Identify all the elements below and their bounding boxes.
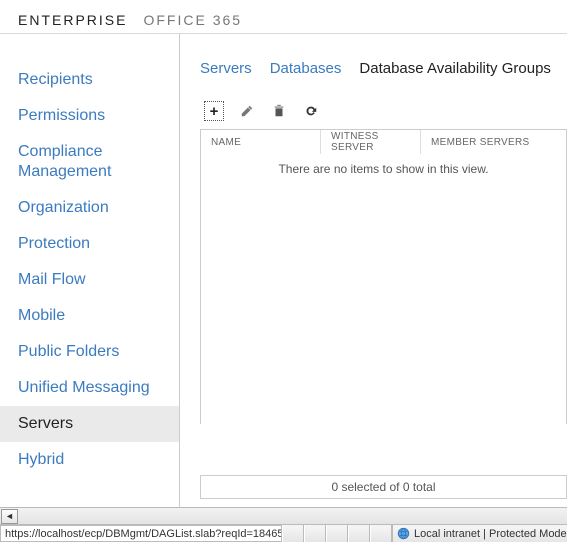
status-pane: [304, 525, 326, 542]
refresh-icon: [304, 104, 318, 118]
subtab-bar: Servers Databases Database Availability …: [200, 60, 567, 77]
subtab-servers[interactable]: Servers: [200, 60, 252, 77]
horizontal-scrollbar[interactable]: ◄: [0, 507, 567, 524]
pencil-icon: [240, 104, 254, 118]
security-zone-label: Local intranet | Protected Mode: [414, 528, 567, 540]
col-header-member[interactable]: MEMBER SERVERS: [421, 130, 566, 154]
top-tab-enterprise[interactable]: ENTERPRISE: [18, 12, 127, 28]
refresh-button[interactable]: [302, 102, 320, 120]
subtab-databases[interactable]: Databases: [270, 60, 342, 77]
grid-empty-text: There are no items to show in this view.: [278, 162, 488, 176]
grid-footer: 0 selected of 0 total: [200, 475, 567, 499]
edit-button[interactable]: [238, 102, 256, 120]
status-pane: [370, 525, 392, 542]
status-pane: [282, 525, 304, 542]
col-header-witness[interactable]: WITNESS SERVER: [321, 130, 421, 154]
add-button[interactable]: +: [204, 101, 224, 121]
status-panes: [282, 525, 392, 542]
top-tabbar: ENTERPRISE OFFICE 365: [0, 0, 567, 34]
sidebar-item-unifiedmsg[interactable]: Unified Messaging: [0, 370, 179, 406]
top-tab-office365[interactable]: OFFICE 365: [143, 12, 242, 28]
grid-header: NAME WITNESS SERVER MEMBER SERVERS: [201, 130, 566, 154]
sidebar-item-mobile[interactable]: Mobile: [0, 298, 179, 334]
security-zone[interactable]: Local intranet | Protected Mode: [392, 525, 567, 542]
content-area: Servers Databases Database Availability …: [180, 34, 567, 507]
status-url: https://localhost/ecp/DBMgmt/DAGList.sla…: [0, 525, 282, 542]
sidebar-item-compliance[interactable]: Compliance Management: [0, 134, 179, 190]
subtab-dag[interactable]: Database Availability Groups: [359, 60, 551, 77]
status-bar: https://localhost/ecp/DBMgmt/DAGList.sla…: [0, 524, 567, 542]
sidebar-item-recipients[interactable]: Recipients: [0, 62, 179, 98]
scroll-left-arrow[interactable]: ◄: [1, 509, 18, 524]
sidebar-item-publicfolders[interactable]: Public Folders: [0, 334, 179, 370]
sidebar: Recipients Permissions Compliance Manage…: [0, 34, 180, 507]
globe-icon: [397, 527, 410, 540]
sidebar-item-permissions[interactable]: Permissions: [0, 98, 179, 134]
status-pane: [348, 525, 370, 542]
dag-grid: NAME WITNESS SERVER MEMBER SERVERS There…: [200, 129, 567, 424]
sidebar-item-mailflow[interactable]: Mail Flow: [0, 262, 179, 298]
delete-button[interactable]: [270, 102, 288, 120]
sidebar-item-organization[interactable]: Organization: [0, 190, 179, 226]
sidebar-item-servers[interactable]: Servers: [0, 406, 179, 442]
trash-icon: [272, 104, 286, 118]
toolbar: +: [200, 101, 567, 121]
grid-body: There are no items to show in this view.: [201, 154, 566, 424]
col-header-name[interactable]: NAME: [201, 130, 321, 154]
sidebar-item-protection[interactable]: Protection: [0, 226, 179, 262]
status-pane: [326, 525, 348, 542]
sidebar-item-hybrid[interactable]: Hybrid: [0, 442, 179, 478]
